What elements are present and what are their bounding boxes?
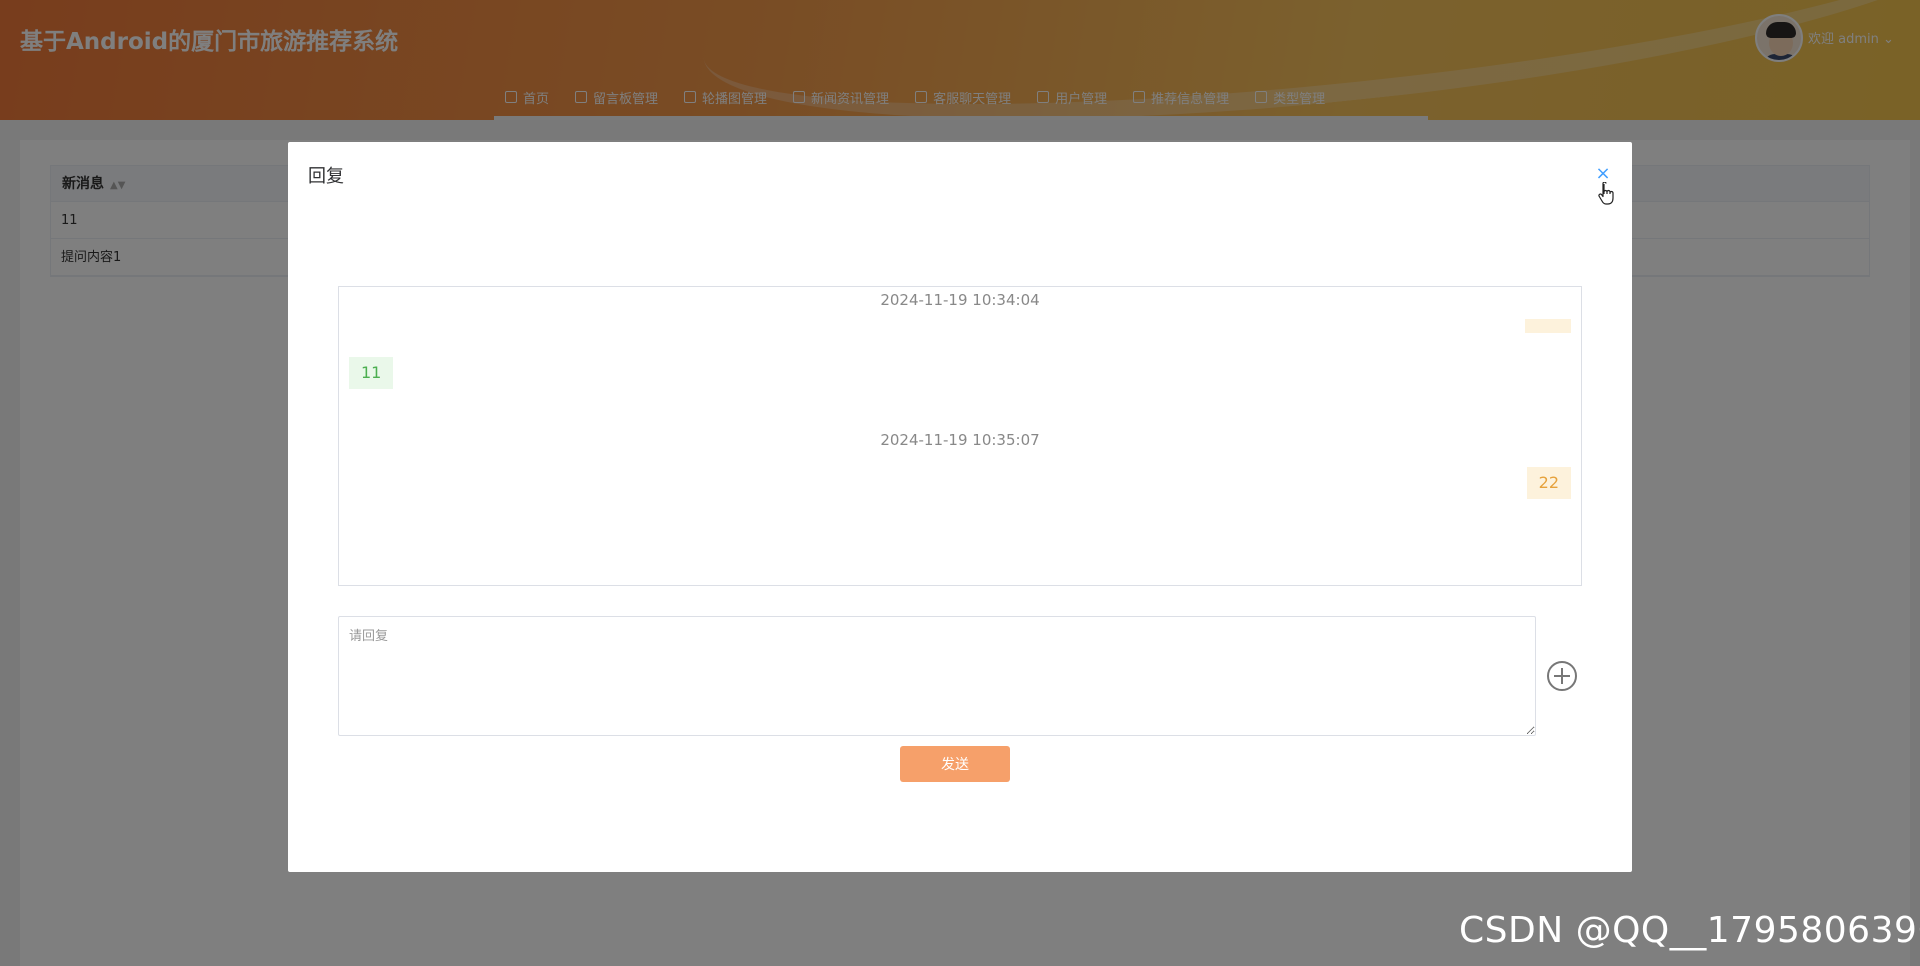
message-bubble-right <box>1525 319 1571 333</box>
message-bubble-right: 22 <box>1526 467 1571 499</box>
dialog-title: 回复 <box>308 166 344 187</box>
add-circle-icon[interactable] <box>1546 660 1578 692</box>
hand-cursor-icon <box>1598 182 1614 205</box>
message-timestamp: 2024-11-19 10:35:07 <box>880 431 1040 449</box>
close-button[interactable]: × <box>1593 164 1613 184</box>
watermark: CSDN @QQ__1795806396 <box>1459 910 1920 951</box>
message-timestamp: 2024-11-19 10:34:04 <box>880 291 1040 309</box>
reply-dialog: 回复 × 2024-11-19 10:34:04 11 2024-11-19 1… <box>288 142 1632 872</box>
send-button[interactable]: 发送 <box>900 746 1010 782</box>
chat-history[interactable]: 2024-11-19 10:34:04 11 2024-11-19 10:35:… <box>338 286 1582 586</box>
reply-input[interactable] <box>338 616 1536 736</box>
message-bubble-left: 11 <box>349 357 394 389</box>
